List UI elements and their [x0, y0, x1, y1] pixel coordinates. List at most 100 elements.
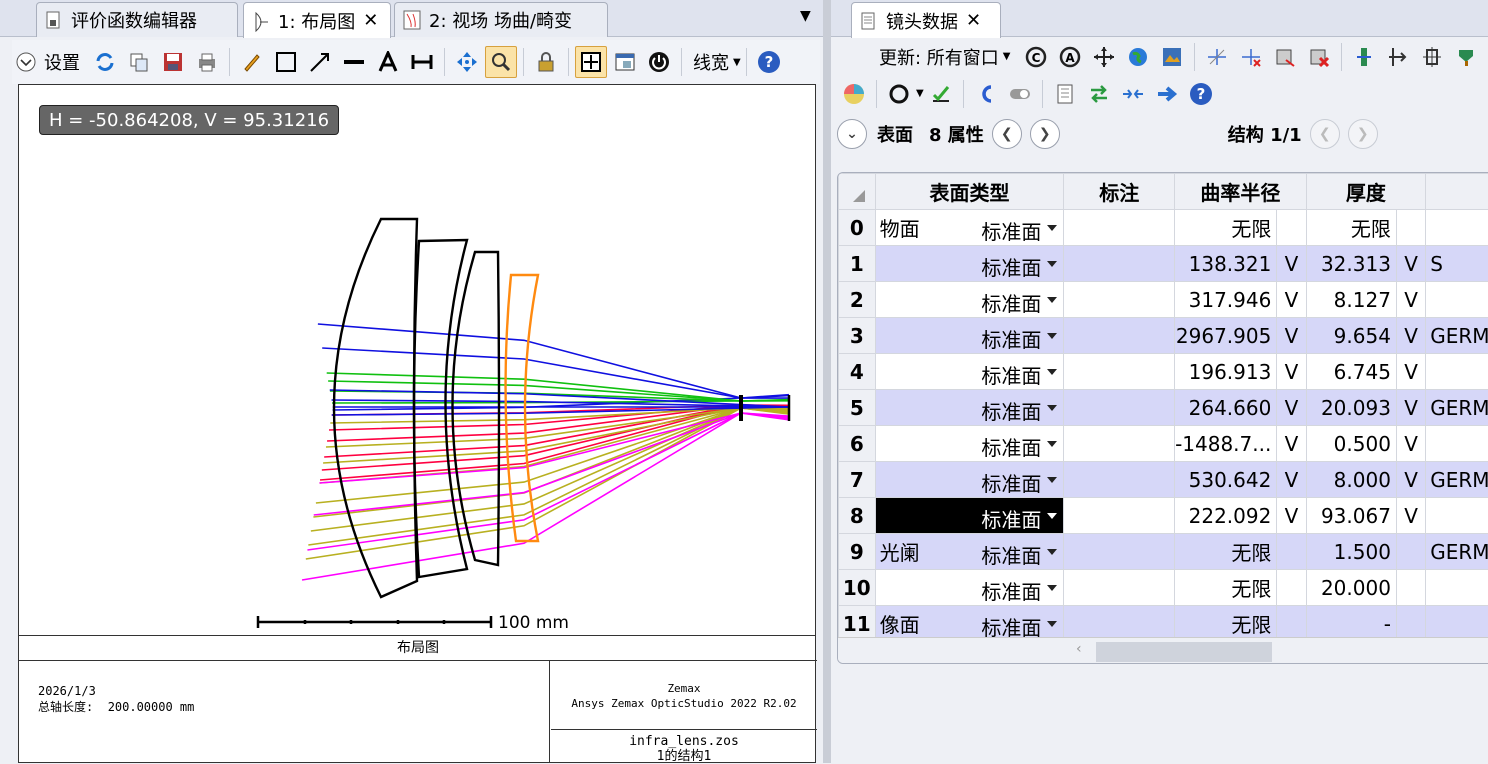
- color-wheel-icon[interactable]: [839, 79, 869, 109]
- page-icon[interactable]: [1050, 79, 1080, 109]
- radius-cell[interactable]: -1488.7...: [1175, 426, 1277, 462]
- thickness-solve-cell[interactable]: V: [1396, 426, 1425, 462]
- radius-cell[interactable]: 196.913: [1175, 354, 1277, 390]
- radius-cell[interactable]: 2967.905: [1175, 318, 1277, 354]
- material-cell[interactable]: [1426, 570, 1488, 606]
- material-cell[interactable]: S: [1426, 246, 1488, 282]
- aperture-icon[interactable]: [884, 79, 914, 109]
- arrow-right-icon[interactable]: [1152, 79, 1182, 109]
- thickness-cell[interactable]: 6.745: [1306, 354, 1396, 390]
- pane-splitter[interactable]: [823, 0, 831, 763]
- material-cell[interactable]: GERM: [1426, 318, 1488, 354]
- comment-cell[interactable]: [1064, 462, 1175, 498]
- surface-type-cell[interactable]: 标准面: [875, 498, 1064, 534]
- thickness-cell[interactable]: 20.000: [1306, 570, 1396, 606]
- tab-lens-data[interactable]: 镜头数据 ✕: [851, 2, 1001, 38]
- material-cell[interactable]: GERM: [1426, 534, 1488, 570]
- surface-type-cell[interactable]: 标准面: [875, 318, 1064, 354]
- material-cell[interactable]: [1426, 498, 1488, 534]
- table-row[interactable]: 3标准面2967.905V9.654VGERM: [839, 318, 1488, 354]
- thickness-solve-cell[interactable]: [1396, 570, 1425, 606]
- comment-cell[interactable]: [1064, 498, 1175, 534]
- table-row[interactable]: 2标准面317.946V8.127V: [839, 282, 1488, 318]
- image-icon[interactable]: [1157, 42, 1187, 72]
- toggle-icon[interactable]: [1005, 79, 1035, 109]
- layout-canvas[interactable]: H = -50.864208, V = 95.31216 100 mm: [18, 84, 816, 636]
- close-icon[interactable]: ✕: [363, 10, 378, 31]
- material-cell[interactable]: GERM: [1426, 390, 1488, 426]
- radius-solve-cell[interactable]: V: [1277, 498, 1306, 534]
- table-row[interactable]: 1标准面138.321V32.313VS: [839, 246, 1488, 282]
- dropdown-arrow-icon[interactable]: [1047, 405, 1057, 411]
- surface-number[interactable]: 10: [839, 570, 876, 606]
- dropdown-arrow-icon[interactable]: [1047, 549, 1057, 555]
- coordinate-break-icon[interactable]: [1417, 42, 1447, 72]
- next-config-button[interactable]: ❯: [1348, 119, 1378, 149]
- thickness-cell[interactable]: 无限: [1306, 210, 1396, 246]
- table-row[interactable]: 6标准面-1488.7...V0.500V: [839, 426, 1488, 462]
- surface-number[interactable]: 2: [839, 282, 876, 318]
- scroll-left-icon[interactable]: ‹: [1076, 641, 1082, 657]
- thickness-cell[interactable]: 9.654: [1306, 318, 1396, 354]
- table-row[interactable]: 0物面标准面无限无限: [839, 210, 1488, 246]
- header-thickness[interactable]: 厚度: [1306, 174, 1426, 210]
- chevron-down-icon[interactable]: ⌄: [837, 119, 867, 149]
- material-cell[interactable]: GERM: [1426, 462, 1488, 498]
- dropdown-arrow-icon[interactable]: [1047, 369, 1057, 375]
- surface-number[interactable]: 1: [839, 246, 876, 282]
- header-radius[interactable]: 曲率半径: [1175, 174, 1307, 210]
- dropdown-arrow-icon[interactable]: [1047, 621, 1057, 627]
- thickness-solve-cell[interactable]: V: [1396, 498, 1425, 534]
- thickness-cell[interactable]: 32.313: [1306, 246, 1396, 282]
- zoom-icon[interactable]: [485, 46, 517, 78]
- comment-cell[interactable]: [1064, 318, 1175, 354]
- dropdown-arrow-icon[interactable]: [1047, 333, 1057, 339]
- surface-number[interactable]: 3: [839, 318, 876, 354]
- save-icon[interactable]: [157, 46, 189, 78]
- radius-cell[interactable]: 317.946: [1175, 282, 1277, 318]
- radius-solve-cell[interactable]: V: [1277, 282, 1306, 318]
- move-icon[interactable]: [1089, 42, 1119, 72]
- swap-icon[interactable]: [1084, 79, 1114, 109]
- thickness-solve-cell[interactable]: [1396, 210, 1425, 246]
- surface-type-cell[interactable]: 标准面: [875, 390, 1064, 426]
- table-row[interactable]: 5标准面264.660V20.093VGERM: [839, 390, 1488, 426]
- surface-number[interactable]: 9: [839, 534, 876, 570]
- tilt-icon[interactable]: [1383, 42, 1413, 72]
- text-icon[interactable]: [372, 46, 404, 78]
- table-row[interactable]: 7标准面530.642V8.000VGERM: [839, 462, 1488, 498]
- pencil-icon[interactable]: [236, 46, 268, 78]
- refresh-icon[interactable]: [89, 46, 121, 78]
- comment-cell[interactable]: [1064, 534, 1175, 570]
- surface-number[interactable]: 7: [839, 462, 876, 498]
- thickness-solve-cell[interactable]: V: [1396, 354, 1425, 390]
- dropdown-arrow-icon[interactable]: [1047, 585, 1057, 591]
- surface-type-cell[interactable]: 标准面: [875, 246, 1064, 282]
- comment-cell[interactable]: [1064, 426, 1175, 462]
- next-surface-button[interactable]: ❯: [1030, 119, 1060, 149]
- radius-solve-cell[interactable]: V: [1277, 318, 1306, 354]
- ray-aim-icon[interactable]: [1202, 42, 1232, 72]
- settings-button[interactable]: 设置: [44, 49, 80, 75]
- radius-solve-cell[interactable]: [1277, 570, 1306, 606]
- rectangle-icon[interactable]: [270, 46, 302, 78]
- thickness-cell[interactable]: 0.500: [1306, 426, 1396, 462]
- material-cell[interactable]: [1426, 426, 1488, 462]
- radius-cell[interactable]: 264.660: [1175, 390, 1277, 426]
- radius-solve-cell[interactable]: V: [1277, 246, 1306, 282]
- surface-type-cell[interactable]: 标准面: [875, 462, 1064, 498]
- tab-merit-editor[interactable]: 评价函数编辑器: [36, 2, 238, 37]
- comment-cell[interactable]: [1064, 570, 1175, 606]
- edit-check-icon[interactable]: [926, 79, 956, 109]
- tree-icon[interactable]: [1451, 42, 1481, 72]
- material-cell[interactable]: [1426, 282, 1488, 318]
- thickness-solve-cell[interactable]: V: [1396, 282, 1425, 318]
- thickness-solve-cell[interactable]: V: [1396, 246, 1425, 282]
- lock-icon[interactable]: [530, 46, 562, 78]
- radius-solve-cell[interactable]: V: [1277, 462, 1306, 498]
- dropdown-arrow-icon[interactable]: [1047, 261, 1057, 267]
- tab-overflow-icon[interactable]: ▼: [800, 8, 811, 24]
- surface-type-cell[interactable]: 光阑标准面: [875, 534, 1064, 570]
- dropdown-arrow-icon[interactable]: [1047, 225, 1057, 231]
- surface-type-cell[interactable]: 标准面: [875, 354, 1064, 390]
